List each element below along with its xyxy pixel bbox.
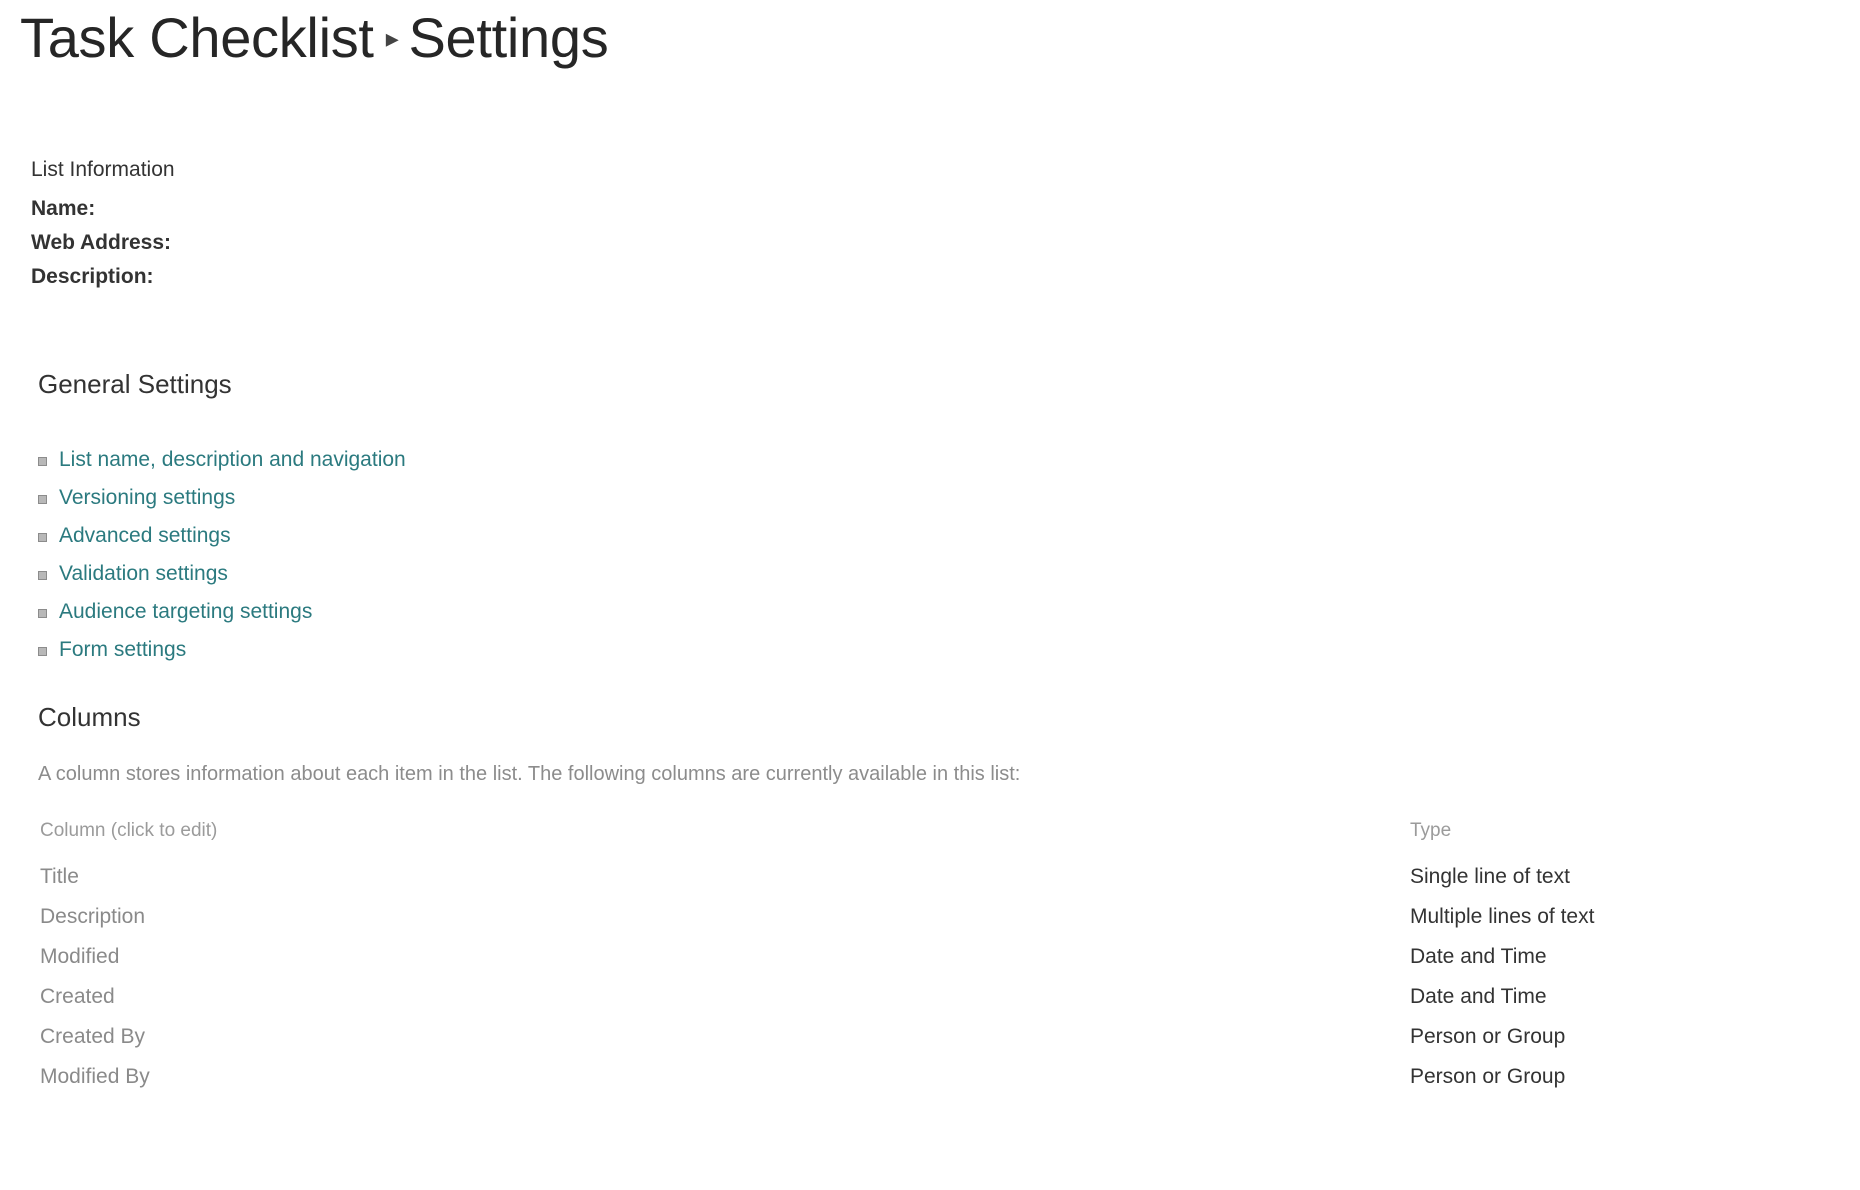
table-row[interactable]: Modified Date and Time: [38, 937, 1823, 977]
column-type-cell: Multiple lines of text: [1410, 905, 1595, 928]
breadcrumb-separator-icon: ▸: [385, 23, 399, 54]
link-validation-settings[interactable]: Validation settings: [59, 562, 228, 585]
link-form-settings[interactable]: Form settings: [59, 638, 186, 661]
breadcrumb: Task Checklist ▸ Settings: [20, 2, 609, 78]
column-name-cell[interactable]: Title: [38, 857, 1408, 897]
columns-table: Column (click to edit) Type Title Single…: [38, 818, 1823, 1097]
list-information-heading: List Information: [31, 158, 175, 181]
column-type-cell: Date and Time: [1410, 945, 1547, 968]
general-settings-section: General Settings List name, description …: [38, 367, 1038, 676]
table-row[interactable]: Description Multiple lines of text: [38, 897, 1823, 937]
table-header-row: Column (click to edit) Type: [38, 818, 1823, 857]
column-name-cell[interactable]: Modified: [38, 937, 1408, 977]
square-bullet-icon: [38, 495, 47, 504]
list-item[interactable]: Versioning settings: [38, 486, 1038, 511]
column-type-cell: Person or Group: [1410, 1025, 1566, 1048]
square-bullet-icon: [38, 647, 47, 656]
list-info-value-name: [95, 197, 101, 220]
columns-description: A column stores information about each i…: [38, 763, 1021, 785]
link-advanced-settings[interactable]: Advanced settings: [59, 524, 231, 547]
column-name-cell[interactable]: Modified By: [38, 1057, 1408, 1097]
list-item[interactable]: Form settings: [38, 638, 1038, 663]
page-title: Settings: [408, 6, 609, 69]
list-item[interactable]: Audience targeting settings: [38, 600, 1038, 625]
table-row[interactable]: Created By Person or Group: [38, 1017, 1823, 1057]
table-header-type: Type: [1410, 820, 1452, 841]
list-info-label-description: Description:: [31, 265, 154, 288]
list-info-row-description: Description:: [31, 260, 931, 294]
link-versioning-settings[interactable]: Versioning settings: [59, 486, 235, 509]
column-name-cell[interactable]: Description: [38, 897, 1408, 937]
column-name-cell[interactable]: Created: [38, 977, 1408, 1017]
link-list-name-description-navigation[interactable]: List name, description and navigation: [59, 448, 406, 471]
list-info-label-name: Name:: [31, 197, 96, 220]
general-settings-heading: General Settings: [38, 369, 232, 399]
square-bullet-icon: [38, 533, 47, 542]
link-audience-targeting-settings[interactable]: Audience targeting settings: [59, 600, 312, 623]
general-settings-link-list: List name, description and navigation Ve…: [38, 448, 1038, 663]
list-item[interactable]: List name, description and navigation: [38, 448, 1038, 473]
list-info-row-name: Name:: [31, 192, 931, 226]
table-row[interactable]: Modified By Person or Group: [38, 1057, 1823, 1097]
column-type-cell: Person or Group: [1410, 1065, 1566, 1088]
breadcrumb-parent[interactable]: Task Checklist: [20, 6, 374, 69]
columns-section: Columns A column stores information abou…: [38, 700, 1828, 1097]
list-item[interactable]: Validation settings: [38, 562, 1038, 587]
square-bullet-icon: [38, 457, 47, 466]
table-row[interactable]: Title Single line of text: [38, 857, 1823, 897]
column-name-cell[interactable]: Created By: [38, 1017, 1408, 1057]
table-header-column: Column (click to edit): [40, 820, 218, 841]
list-info-value-web-address: [171, 231, 177, 254]
square-bullet-icon: [38, 571, 47, 580]
list-information-section: List Information Name: Web Address: Desc…: [31, 155, 931, 294]
column-type-cell: Single line of text: [1410, 865, 1570, 888]
square-bullet-icon: [38, 609, 47, 618]
list-item[interactable]: Advanced settings: [38, 524, 1038, 549]
list-info-row-web-address: Web Address:: [31, 226, 931, 260]
list-info-value-description: [154, 265, 160, 288]
table-row[interactable]: Created Date and Time: [38, 977, 1823, 1017]
column-type-cell: Date and Time: [1410, 985, 1547, 1008]
list-info-label-web-address: Web Address:: [31, 231, 172, 254]
columns-heading: Columns: [38, 702, 141, 732]
